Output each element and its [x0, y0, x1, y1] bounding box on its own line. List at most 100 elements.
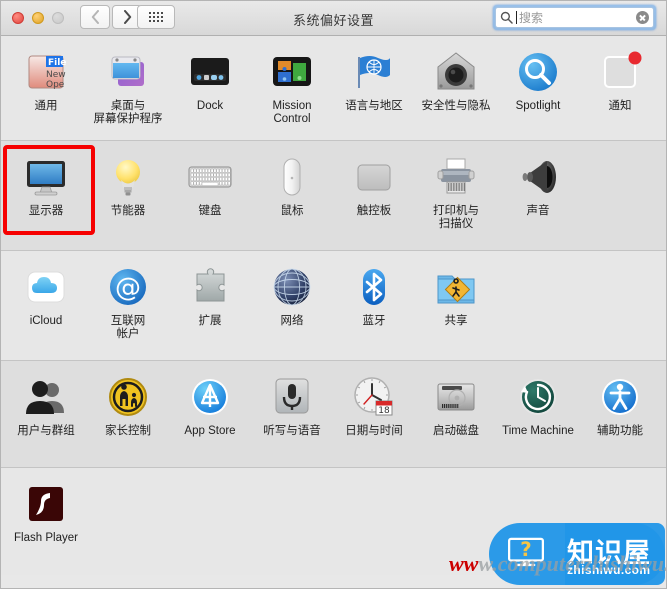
icon-container [432, 48, 480, 96]
minimize-button[interactable] [32, 12, 44, 24]
pref-pane-dictation-speech[interactable]: 听写与语音 [251, 361, 333, 467]
pref-pane-icloud[interactable]: iCloud [5, 251, 87, 360]
traffic-lights [12, 12, 64, 24]
energy-saver-icon [116, 160, 140, 196]
pref-pane-notifications[interactable]: 通知 [579, 36, 661, 140]
bluetooth-icon [363, 269, 385, 305]
pref-pane-displays[interactable]: 显示器 [3, 141, 95, 250]
pref-pane-startup-disk[interactable]: 启动磁盘 [415, 361, 497, 467]
pref-pane-trackpad[interactable]: 触控板 [333, 141, 415, 250]
icon-container: @ [104, 263, 152, 311]
notifications-icon [604, 51, 642, 88]
pref-pane-label: 安全性与隐私 [421, 100, 491, 112]
navigation-buttons [80, 5, 142, 29]
pref-pane-label: 听写与语音 [263, 425, 321, 437]
pref-pane-label: 键盘 [198, 205, 222, 217]
pref-pane-flash-player[interactable]: Flash Player [5, 468, 87, 575]
pref-pane-time-machine[interactable]: Time Machine [497, 361, 579, 467]
printers-scanners-icon [437, 158, 475, 194]
chevron-right-icon [123, 10, 131, 24]
pref-pane-label: 触控板 [356, 205, 392, 217]
icon-container [350, 263, 398, 311]
pref-pane-energy-saver[interactable]: 节能器 [87, 141, 169, 250]
pane-row: 用户与群组 家长控制 App Store 听写与语音 18 日期与时间 启动磁盘… [1, 361, 666, 468]
pane-row: Flash Player [1, 468, 666, 575]
pref-pane-general[interactable]: File New Ope 通用 [5, 36, 87, 140]
search-input[interactable]: 搜索 [495, 7, 654, 28]
pref-pane-label: 语言与地区 [345, 100, 403, 112]
pref-pane-label: 网络 [280, 315, 304, 327]
svg-text:18: 18 [378, 406, 390, 416]
pref-pane-sound[interactable]: 声音 [497, 141, 579, 250]
pref-pane-label: 启动磁盘 [433, 425, 479, 437]
icon-container [104, 48, 152, 96]
network-icon [273, 268, 311, 306]
icon-container [350, 153, 398, 201]
search-focus-ring: 搜索 [493, 5, 656, 30]
mission-control-icon [273, 57, 311, 86]
clear-search-icon[interactable] [636, 11, 649, 24]
icon-container [22, 373, 70, 421]
pref-pane-desktop-screensaver[interactable]: 桌面与 屏幕保护程序 [87, 36, 169, 140]
general-icon: File New Ope [28, 55, 66, 90]
dock-icon [191, 58, 229, 85]
icon-container: 18 [350, 373, 398, 421]
pref-pane-users-groups[interactable]: 用户与群组 [5, 361, 87, 467]
spotlight-icon [519, 53, 557, 91]
pref-pane-label: 通知 [608, 100, 632, 112]
pref-pane-label: 共享 [444, 315, 468, 327]
pane-row: File New Ope 通用 桌面与 屏幕保护程序 Dock Mission C… [1, 36, 666, 141]
show-all-button[interactable] [137, 5, 175, 29]
pref-pane-keyboard[interactable]: 键盘 [169, 141, 251, 250]
mouse-icon [283, 158, 301, 196]
pref-pane-internet-accounts[interactable]: @ 互联网 帐户 [87, 251, 169, 360]
pref-pane-printers-scanners[interactable]: 打印机与 扫描仪 [415, 141, 497, 250]
pref-pane-language-region[interactable]: 语言与地区 [333, 36, 415, 140]
flash-player-icon [29, 487, 63, 521]
pref-pane-security-privacy[interactable]: 安全性与隐私 [415, 36, 497, 140]
search-icon [500, 11, 513, 24]
close-button[interactable] [12, 12, 24, 24]
icon-container [268, 48, 316, 96]
back-button[interactable] [80, 5, 110, 29]
text-caret [516, 11, 517, 24]
time-machine-icon [520, 379, 556, 415]
users-groups-icon [26, 381, 64, 414]
pref-pane-accessibility[interactable]: 辅助功能 [579, 361, 661, 467]
icon-container [22, 480, 70, 528]
pref-pane-label: 用户与群组 [17, 425, 75, 437]
trackpad-icon [357, 164, 391, 191]
displays-icon [27, 161, 65, 196]
pref-pane-date-time[interactable]: 18 日期与时间 [333, 361, 415, 467]
pref-pane-label: 显示器 [28, 205, 64, 217]
pref-pane-mouse[interactable]: 鼠标 [251, 141, 333, 250]
pref-pane-label: iCloud [29, 315, 63, 327]
pref-pane-app-store[interactable]: App Store [169, 361, 251, 467]
svg-text:@: @ [115, 273, 141, 303]
pref-pane-extensions[interactable]: 扩展 [169, 251, 251, 360]
pref-pane-bluetooth[interactable]: 蓝牙 [333, 251, 415, 360]
pref-pane-label: 辅助功能 [597, 425, 643, 437]
pref-pane-mission-control[interactable]: Mission Control [251, 36, 333, 140]
pref-pane-sharing[interactable]: 共享 [415, 251, 497, 360]
icon-container [596, 373, 644, 421]
pref-pane-spotlight[interactable]: Spotlight [497, 36, 579, 140]
window-titlebar: 系统偏好设置 搜索 [1, 1, 666, 36]
internet-accounts-icon: @ [110, 269, 146, 305]
extensions-icon [196, 268, 225, 302]
pref-pane-network[interactable]: 网络 [251, 251, 333, 360]
preference-panes-grid: File New Ope 通用 桌面与 屏幕保护程序 Dock Mission C… [1, 36, 666, 575]
icon-container [432, 153, 480, 201]
pref-pane-label: Time Machine [502, 425, 574, 437]
pref-pane-dock[interactable]: Dock [169, 36, 251, 140]
icon-container [432, 373, 480, 421]
icon-container [268, 153, 316, 201]
svg-text:File: File [48, 58, 66, 68]
icon-container [514, 48, 562, 96]
pref-pane-label: App Store [184, 425, 236, 437]
security-privacy-icon [437, 52, 475, 90]
pref-pane-label: 桌面与 屏幕保护程序 [93, 100, 163, 125]
accessibility-icon [602, 379, 638, 415]
pref-pane-parental-controls[interactable]: 家长控制 [87, 361, 169, 467]
zoom-button[interactable] [52, 12, 64, 24]
